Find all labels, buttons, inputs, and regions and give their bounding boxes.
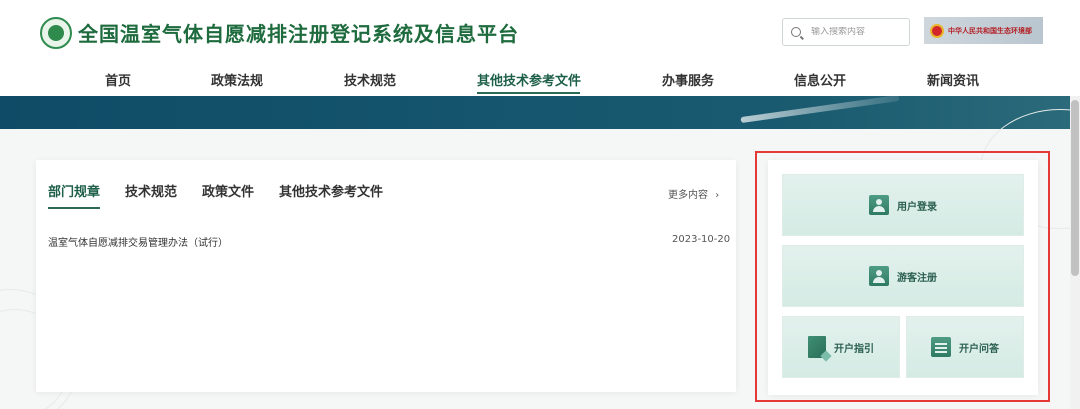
ministry-link[interactable]: 中华人民共和国生态环境部 [924, 17, 1043, 44]
banner-image [0, 96, 1070, 129]
tab-policy-docs[interactable]: 政策文件 [202, 181, 254, 200]
nav-item-disclosure[interactable]: 信息公开 [794, 70, 846, 89]
search-box[interactable] [782, 18, 910, 46]
nav-item-other-tech-docs[interactable]: 其他技术参考文件 [477, 70, 581, 89]
national-emblem-icon [930, 23, 944, 38]
search-icon[interactable] [791, 27, 801, 37]
site-logo-icon[interactable] [40, 17, 72, 49]
search-input[interactable] [811, 27, 901, 37]
site-title[interactable]: 全国温室气体自愿减排注册登记系统及信息平台 [78, 18, 519, 47]
nav-item-news[interactable]: 新闻资讯 [927, 70, 979, 89]
page-scrollbar[interactable] [1070, 96, 1080, 409]
tab-active-indicator [48, 207, 100, 209]
ministry-label: 中华人民共和国生态环境部 [948, 26, 1032, 35]
tab-other-tech-docs[interactable]: 其他技术参考文件 [279, 181, 383, 200]
tab-department-rules[interactable]: 部门规章 [48, 181, 100, 200]
more-content-label: 更多内容 [668, 190, 708, 201]
nav-item-home[interactable]: 首页 [105, 70, 131, 89]
chevron-right-icon: › [715, 190, 720, 201]
tab-tech-specs[interactable]: 技术规范 [125, 181, 177, 200]
highlight-box [755, 151, 1050, 402]
scrollbar-thumb[interactable] [1071, 100, 1079, 276]
more-content-link[interactable]: 更多内容 › [668, 186, 719, 201]
news-card: 部门规章 技术规范 政策文件 其他技术参考文件 更多内容 › 温室气体自愿减排交… [36, 160, 736, 392]
news-item-date: 2023-10-20 [672, 234, 731, 245]
main-nav: 首页 政策法规 技术规范 其他技术参考文件 办事服务 信息公开 新闻资讯 [0, 70, 1080, 94]
nav-item-tech-specs[interactable]: 技术规范 [344, 70, 396, 89]
news-item-title[interactable]: 温室气体自愿减排交易管理办法（试行） [48, 234, 228, 249]
nav-item-services[interactable]: 办事服务 [662, 70, 714, 89]
nav-item-policy[interactable]: 政策法规 [211, 70, 263, 89]
nav-active-indicator [477, 92, 580, 94]
